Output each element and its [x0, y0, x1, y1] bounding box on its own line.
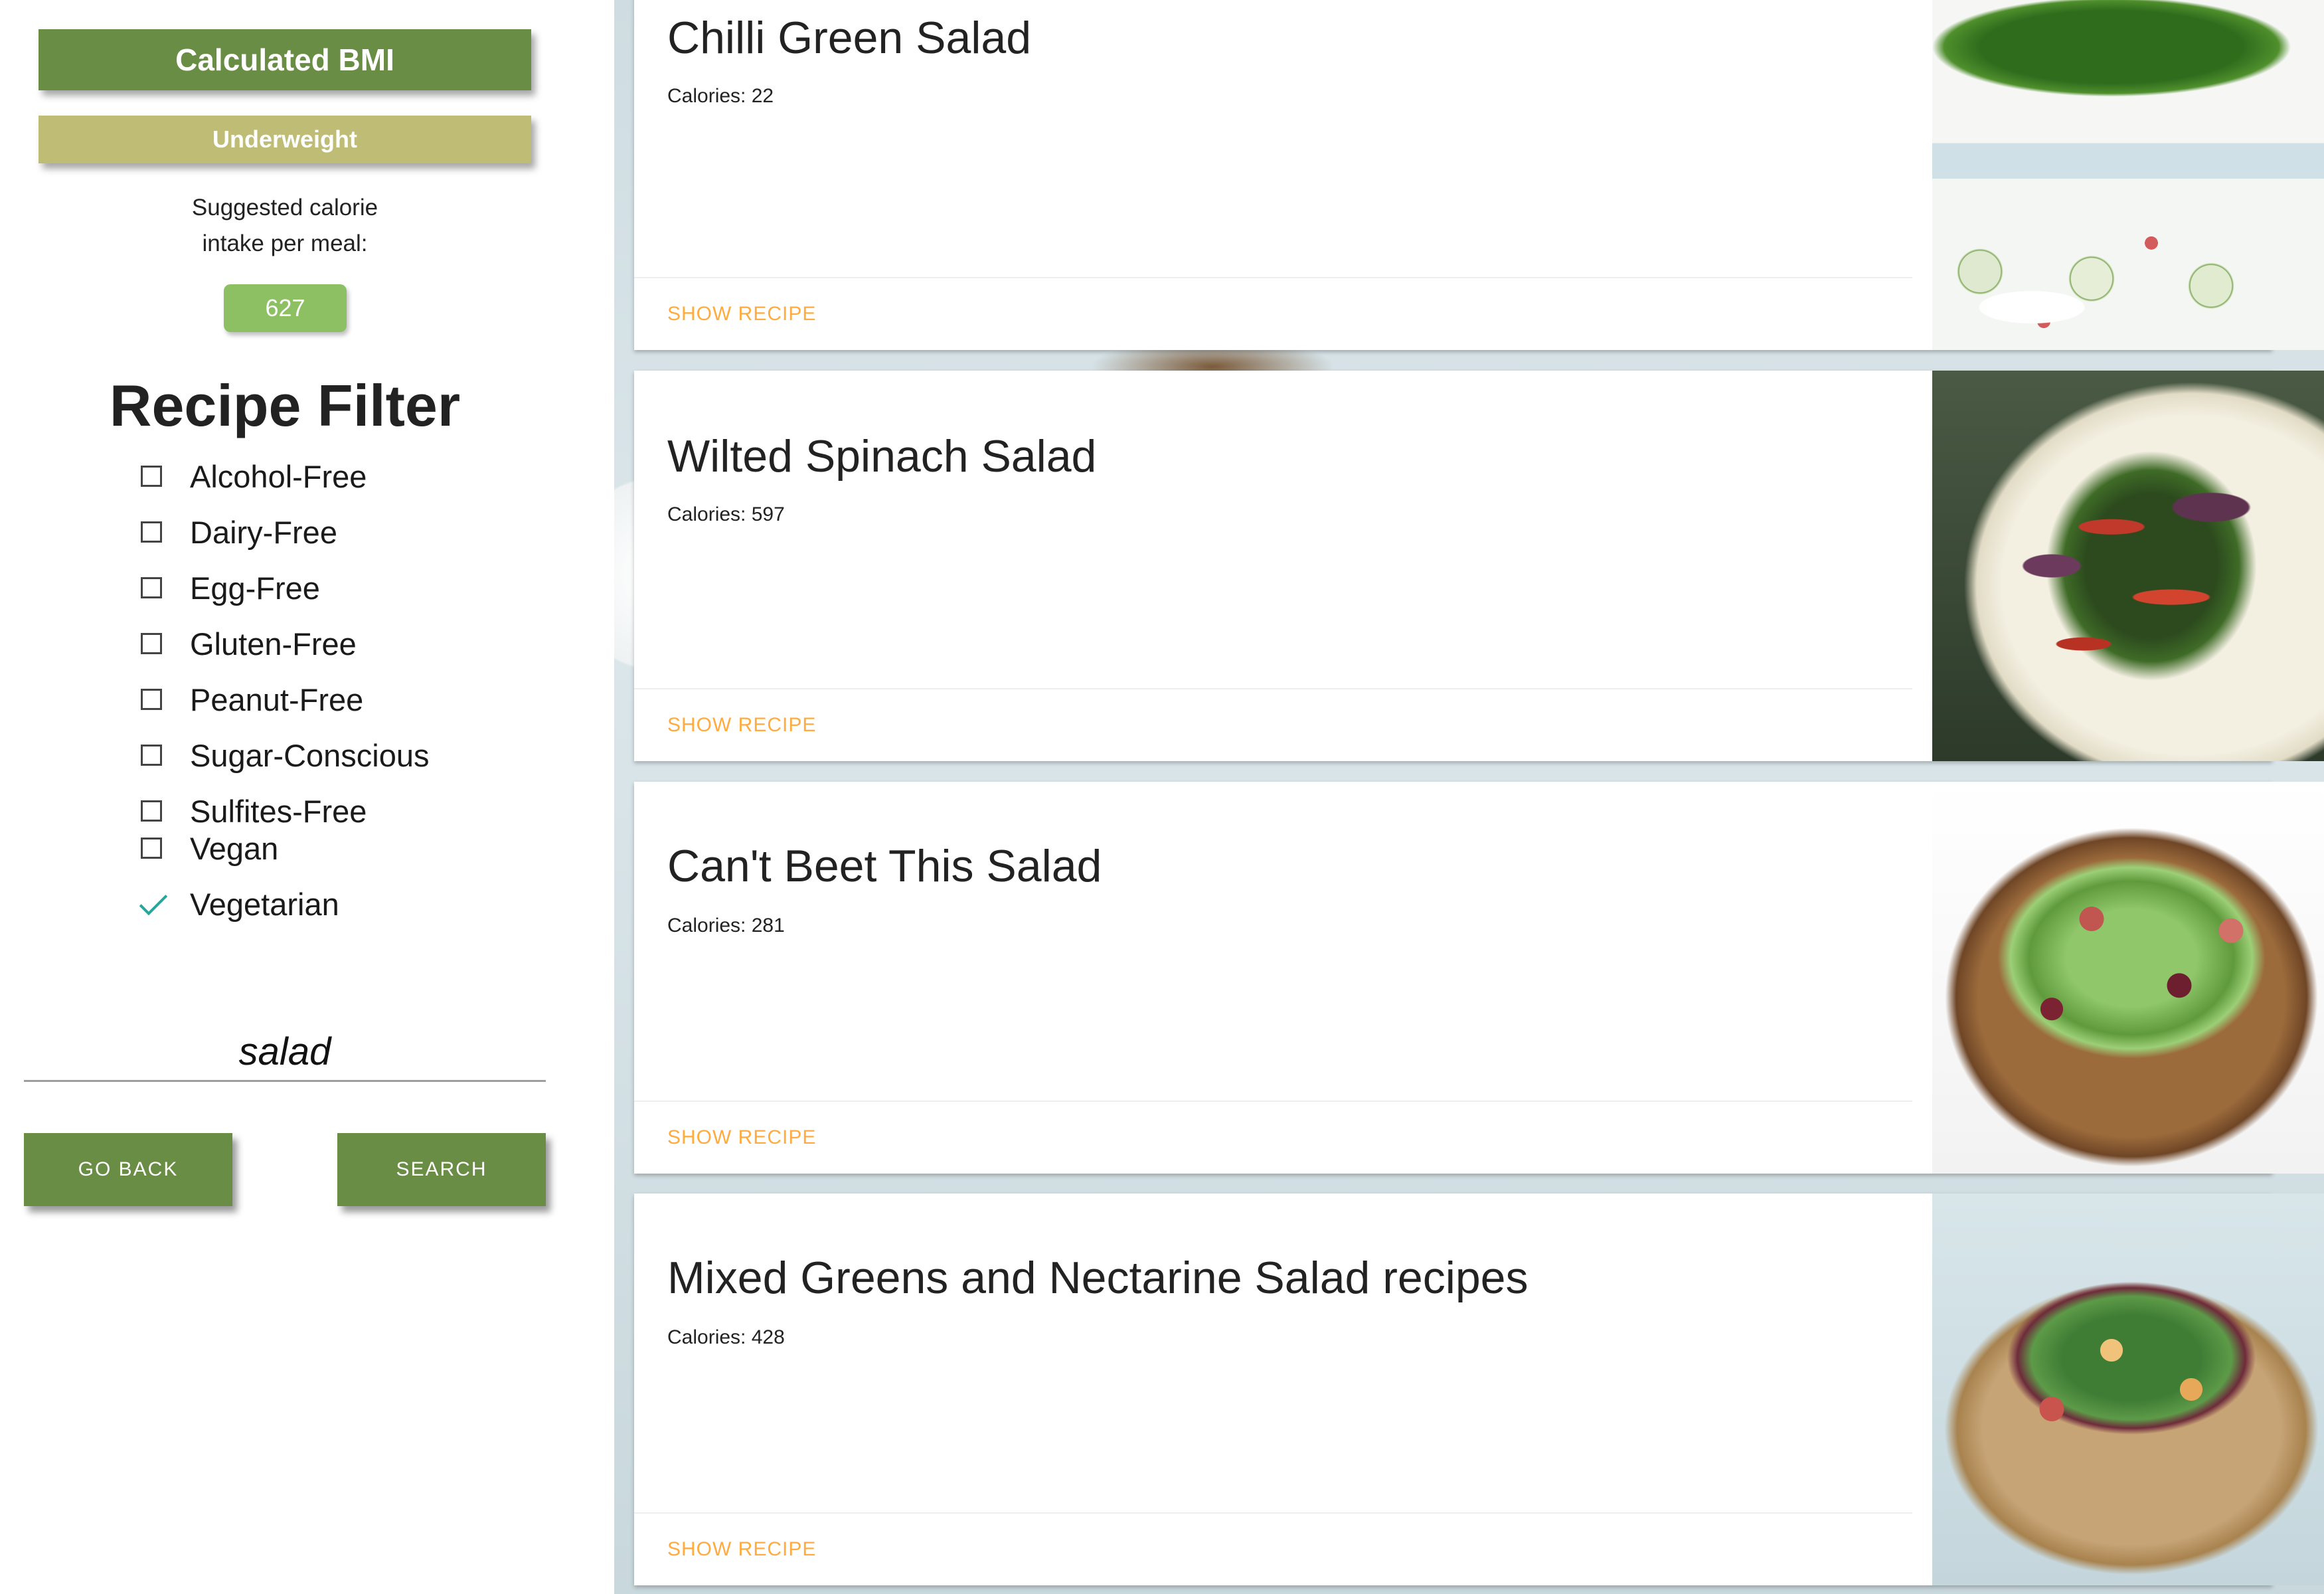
checkbox-icon[interactable]	[141, 745, 162, 766]
recipe-filter-heading: Recipe Filter	[109, 373, 461, 438]
bmi-status-banner: Underweight	[39, 116, 531, 163]
filter-peanut-free[interactable]: Peanut-Free	[141, 676, 363, 723]
recipe-calories: Calories: 281	[667, 915, 785, 936]
checkbox-icon[interactable]	[141, 800, 162, 822]
recipe-title: Can't Beet This Salad	[667, 841, 1102, 891]
filter-vegetarian[interactable]: Vegetarian	[141, 881, 339, 927]
show-recipe-link[interactable]: SHOW RECIPE	[667, 303, 816, 325]
recipe-card: Can't Beet This Salad Calories: 281 SHOW…	[634, 782, 2324, 1174]
recipe-title: Mixed Greens and Nectarine Salad recipes	[667, 1253, 1529, 1303]
salad-photo	[1932, 0, 2324, 350]
recipe-calories: Calories: 428	[667, 1326, 785, 1348]
filter-dairy-free[interactable]: Dairy-Free	[141, 509, 337, 555]
recipe-card-action: SHOW RECIPE	[634, 1101, 1912, 1174]
recipe-card-action: SHOW RECIPE	[634, 1512, 1912, 1585]
bmi-title-banner: Calculated BMI	[39, 29, 531, 90]
filter-label: Egg-Free	[190, 570, 320, 606]
suggested-calorie-text: Suggested calorie intake per meal:	[39, 190, 531, 262]
filter-label: Vegetarian	[190, 886, 339, 922]
recipe-calories: Calories: 597	[667, 503, 785, 525]
recipe-card-body: Wilted Spinach Salad Calories: 597 SHOW …	[634, 371, 1912, 761]
recipe-card: Chilli Green Salad Calories: 22 SHOW REC…	[634, 0, 2324, 350]
calorie-value-badge: 627	[224, 284, 347, 332]
show-recipe-link[interactable]: SHOW RECIPE	[667, 714, 816, 737]
show-recipe-link[interactable]: SHOW RECIPE	[667, 1538, 816, 1561]
show-recipe-link[interactable]: SHOW RECIPE	[667, 1126, 816, 1149]
recipe-card-action: SHOW RECIPE	[634, 688, 1912, 761]
checkmark-icon[interactable]	[141, 893, 162, 915]
salad-photo	[1932, 1194, 2324, 1585]
filter-egg-free[interactable]: Egg-Free	[141, 565, 320, 611]
suggested-calorie-line-1: Suggested calorie	[191, 195, 378, 221]
recipe-card-action: SHOW RECIPE	[634, 277, 1912, 350]
checkbox-icon[interactable]	[141, 633, 162, 654]
recipe-card-body: Mixed Greens and Nectarine Salad recipes…	[634, 1194, 1912, 1585]
recipe-card: Mixed Greens and Nectarine Salad recipes…	[634, 1194, 2324, 1585]
salad-photo	[1932, 782, 2324, 1174]
filter-label: Sulfites-Free	[190, 793, 367, 829]
filter-label: Alcohol-Free	[190, 458, 367, 494]
recipe-calories: Calories: 22	[667, 85, 774, 107]
sidebar: Calculated BMI Underweight Suggested cal…	[0, 0, 614, 1594]
go-back-button[interactable]: GO BACK	[24, 1133, 232, 1206]
filter-label: Sugar-Conscious	[190, 737, 430, 773]
search-input[interactable]	[24, 1023, 546, 1082]
filter-gluten-free[interactable]: Gluten-Free	[141, 620, 357, 667]
recipe-card-body: Chilli Green Salad Calories: 22 SHOW REC…	[634, 0, 1912, 350]
checkbox-icon[interactable]	[141, 577, 162, 598]
search-button[interactable]: SEARCH	[337, 1133, 546, 1206]
filter-alcohol-free[interactable]: Alcohol-Free	[141, 453, 367, 499]
recipe-title: Wilted Spinach Salad	[667, 431, 1097, 482]
checkbox-icon[interactable]	[141, 521, 162, 543]
filter-label: Gluten-Free	[190, 626, 357, 662]
recipe-title: Chilli Green Salad	[667, 13, 1032, 63]
checkbox-icon[interactable]	[141, 689, 162, 710]
filter-vegan[interactable]: Vegan	[141, 825, 278, 871]
checkbox-icon[interactable]	[141, 466, 162, 487]
filter-label: Dairy-Free	[190, 514, 337, 550]
salad-photo	[1932, 371, 2324, 761]
checkbox-icon[interactable]	[141, 838, 162, 859]
filter-sugar-conscious[interactable]: Sugar-Conscious	[141, 732, 430, 778]
filter-label: Vegan	[190, 830, 279, 866]
recipe-card: Wilted Spinach Salad Calories: 597 SHOW …	[634, 371, 2324, 761]
suggested-calorie-line-2: intake per meal:	[202, 230, 368, 256]
filter-label: Peanut-Free	[190, 681, 364, 717]
recipe-card-body: Can't Beet This Salad Calories: 281 SHOW…	[634, 782, 1912, 1174]
recipe-results-area: Chilli Green Salad Calories: 22 SHOW REC…	[614, 0, 2324, 1594]
